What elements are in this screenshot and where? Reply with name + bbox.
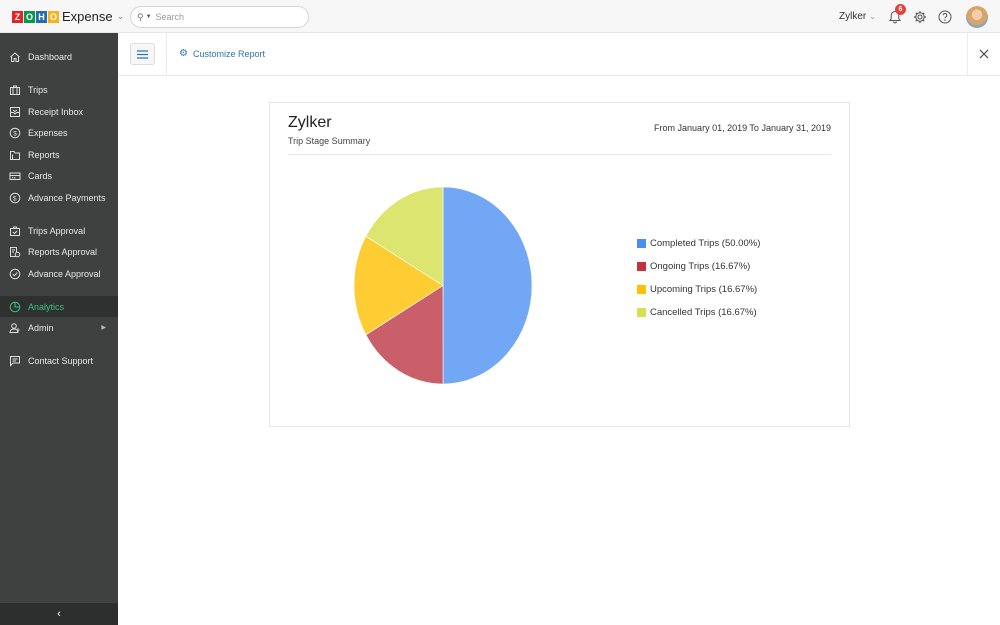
home-icon <box>10 51 20 62</box>
legend-item[interactable]: Cancelled Trips (16.67%) <box>637 301 760 324</box>
sidebar-item-cards[interactable]: Cards <box>0 165 118 186</box>
chevron-down-icon: ⌄ <box>869 12 876 21</box>
chart-legend: Completed Trips (50.00%) Ongoing Trips (1… <box>637 232 760 324</box>
close-icon[interactable] <box>978 48 990 60</box>
legend-swatch <box>637 239 646 248</box>
sidebar-item-label: Contact Support <box>28 355 94 366</box>
sidebar-item-trips[interactable]: Trips <box>0 79 118 100</box>
gear-icon: ⚙ <box>179 48 188 59</box>
chevron-right-icon: ▶ <box>101 325 106 331</box>
menu-toggle-button[interactable] <box>130 43 155 65</box>
sidebar-item-expenses[interactable]: $ Expenses <box>0 122 118 143</box>
analytics-icon <box>9 301 21 312</box>
folder-icon <box>10 150 20 160</box>
divider <box>166 33 167 76</box>
gear-icon[interactable] <box>913 10 927 24</box>
search-input[interactable]: ⚲ ▼ Search <box>130 6 309 28</box>
trip-approval-icon <box>10 226 20 236</box>
legend-swatch <box>637 308 646 317</box>
svg-text:$: $ <box>13 130 17 137</box>
chevron-down-icon: ⌄ <box>116 11 125 21</box>
sidebar-item-receipt-inbox[interactable]: Receipt Inbox <box>0 101 118 122</box>
sidebar-item-analytics[interactable]: Analytics <box>0 296 118 317</box>
org-name: Zylker <box>839 11 867 22</box>
chevron-left-icon: ‹ <box>57 608 61 620</box>
sidebar-item-label: Advance Approval <box>28 268 101 279</box>
check-circle-icon <box>9 268 21 279</box>
sidebar-item-contact-support[interactable]: Contact Support <box>0 350 118 371</box>
sidebar: Dashboard Trips Receipt Inbox $ Expenses… <box>0 33 118 625</box>
sidebar-item-label: Receipt Inbox <box>28 106 84 117</box>
sidebar-item-trips-approval[interactable]: Trips Approval <box>0 220 118 241</box>
receipt-inbox-icon <box>10 106 20 117</box>
report-approval-icon <box>10 246 21 257</box>
logo-letter: Z <box>12 10 23 23</box>
legend-swatch <box>637 285 646 294</box>
sidebar-item-reports[interactable]: Reports <box>0 144 118 165</box>
app-switcher[interactable]: Z O H O Expense ⌄ <box>0 0 124 33</box>
sidebar-item-label: Reports <box>28 149 60 160</box>
sidebar-item-label: Admin <box>28 322 54 333</box>
sidebar-item-advance-approval[interactable]: Advance Approval <box>0 263 118 284</box>
logo-letter: O <box>24 10 35 23</box>
sidebar-item-advance-payments[interactable]: $ Advance Payments <box>0 187 118 208</box>
card-icon <box>9 172 21 180</box>
pie-slice-completed-trips[interactable] <box>442 186 533 385</box>
admin-icon <box>9 322 20 333</box>
svg-text:$: $ <box>13 195 17 202</box>
hamburger-icon <box>137 49 148 59</box>
caret-down-icon[interactable]: ▼ <box>146 14 152 20</box>
report-card: Zylker Trip Stage Summary From January 0… <box>269 102 850 427</box>
app-name: Expense <box>62 9 113 24</box>
logo-letter: H <box>36 10 47 23</box>
sidebar-item-admin[interactable]: Admin ▶ <box>0 317 118 338</box>
help-icon[interactable] <box>938 10 952 24</box>
sidebar-item-label: Cards <box>28 170 53 181</box>
user-avatar[interactable] <box>966 6 988 28</box>
search-placeholder: Search <box>155 12 185 22</box>
legend-label: Completed Trips (50.00%) <box>650 238 761 249</box>
legend-label: Ongoing Trips (16.67%) <box>650 261 751 272</box>
zoho-logo: Z O H O <box>12 10 59 23</box>
dollar-icon: $ <box>9 127 21 138</box>
logo-letter: O <box>48 10 59 23</box>
sidebar-item-reports-approval[interactable]: Reports Approval <box>0 241 118 262</box>
legend-item[interactable]: Upcoming Trips (16.67%) <box>637 278 760 301</box>
sidebar-item-label: Reports Approval <box>28 246 98 257</box>
org-switcher[interactable]: Zylker ⌄ <box>839 11 876 22</box>
sidebar-item-label: Advance Payments <box>28 192 106 203</box>
legend-swatch <box>637 262 646 271</box>
notification-badge: 6 <box>895 4 906 15</box>
top-bar: Z O H O Expense ⌄ ⚲ ▼ Search Zylker ⌄ 6 <box>0 0 1000 33</box>
legend-item[interactable]: Completed Trips (50.00%) <box>637 232 760 255</box>
sidebar-item-label: Analytics <box>28 301 65 312</box>
chat-icon <box>10 355 20 367</box>
legend-item[interactable]: Ongoing Trips (16.67%) <box>637 255 760 278</box>
sidebar-item-label: Trips Approval <box>28 225 86 236</box>
divider <box>967 33 968 76</box>
customize-report-button[interactable]: ⚙ Customize Report <box>179 48 265 59</box>
pie-chart <box>353 186 533 385</box>
collapse-sidebar-button[interactable]: ‹ <box>0 603 118 625</box>
advance-payment-icon: $ <box>9 192 21 203</box>
sidebar-item-dashboard[interactable]: Dashboard <box>0 46 118 67</box>
sidebar-item-label: Expenses <box>28 127 68 138</box>
search-icon: ⚲ <box>137 11 144 22</box>
sidebar-item-label: Dashboard <box>28 51 73 62</box>
report-toolbar: ⚙ Customize Report <box>118 33 1000 76</box>
customize-report-label: Customize Report <box>192 48 265 59</box>
sidebar-item-label: Trips <box>28 84 48 95</box>
briefcase-icon <box>10 85 20 95</box>
legend-label: Cancelled Trips (16.67%) <box>650 307 757 318</box>
legend-label: Upcoming Trips (16.67%) <box>650 284 758 295</box>
